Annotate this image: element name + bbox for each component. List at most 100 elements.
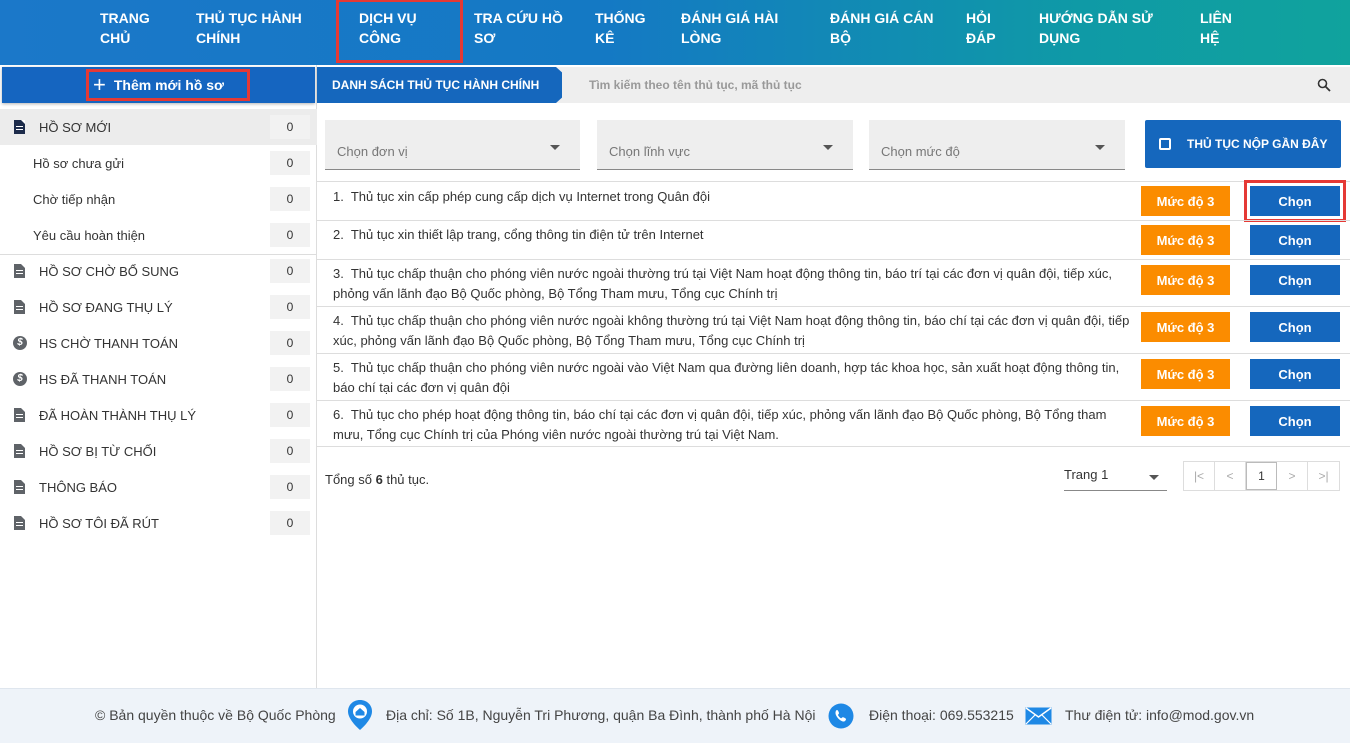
sidebar-item-thong-bao[interactable]: THÔNG BÁO 0 bbox=[0, 469, 317, 505]
procedure-row: 5. Thủ tục chấp thuận cho phóng viên nướ… bbox=[317, 353, 1350, 400]
level-badge[interactable]: Mức độ 3 bbox=[1141, 186, 1230, 216]
procedure-number: 4. bbox=[333, 313, 344, 328]
level-select-placeholder: Chọn mức độ bbox=[881, 144, 960, 159]
field-select[interactable]: Chọn lĩnh vực bbox=[597, 120, 853, 170]
procedure-row: 4. Thủ tục chấp thuận cho phóng viên nướ… bbox=[317, 306, 1350, 353]
nav-lien-he[interactable]: LIÊN HỆ bbox=[1200, 8, 1240, 48]
procedure-name: Thủ tục chấp thuận cho phóng viên nước n… bbox=[333, 313, 1130, 348]
total-number: 6 bbox=[375, 472, 383, 487]
procedure-name: Thủ tục chấp thuận cho phóng viên nước n… bbox=[333, 266, 1112, 301]
document-icon bbox=[13, 480, 26, 495]
procedure-number: 3. bbox=[333, 266, 344, 281]
level-badge[interactable]: Mức độ 3 bbox=[1141, 265, 1230, 295]
sidebar-item-ho-so-toi-da-rut[interactable]: HỒ SƠ TÔI ĐÃ RÚT 0 bbox=[0, 505, 317, 541]
sidebar-item-ho-so-cho-bo-sung[interactable]: HỒ SƠ CHỜ BỔ SUNG 0 bbox=[0, 253, 317, 289]
sidebar-item-label: HS ĐÃ THANH TOÁN bbox=[39, 371, 167, 387]
select-procedure-button[interactable]: Chọn bbox=[1244, 180, 1346, 222]
count-badge: 0 bbox=[270, 259, 310, 283]
nav-tra-cuu-ho-so[interactable]: TRA CỨU HỒ SƠ bbox=[474, 8, 570, 48]
footer-email: Thư điện tử: info@mod.gov.vn bbox=[1065, 707, 1255, 723]
prev-page-button[interactable]: < bbox=[1215, 462, 1246, 490]
sidebar-item-label: HỒ SƠ MỚI bbox=[39, 119, 112, 135]
procedure-text: 1. Thủ tục xin cấp phép cung cấp dịch vụ… bbox=[333, 187, 1139, 207]
breadcrumb-label: DANH SÁCH THỦ TỤC HÀNH CHÍNH bbox=[332, 78, 540, 92]
select-procedure-button[interactable]: Chọn bbox=[1250, 406, 1340, 436]
sidebar-item-label: ĐÃ HOÀN THÀNH THỤ LÝ bbox=[39, 407, 196, 423]
select-procedure-button[interactable]: Chọn bbox=[1250, 312, 1340, 342]
nav-trang-chu[interactable]: TRANG CHỦ bbox=[100, 8, 170, 48]
sidebar-item-label: HỒ SƠ TÔI ĐÃ RÚT bbox=[39, 515, 159, 531]
document-icon bbox=[13, 516, 26, 531]
sidebar-item-ho-so-dang-thu-ly[interactable]: HỒ SƠ ĐANG THỤ LÝ 0 bbox=[0, 289, 317, 325]
procedure-name: Thủ tục chấp thuận cho phóng viên nước n… bbox=[333, 360, 1120, 395]
procedure-text: 2. Thủ tục xin thiết lập trang, cổng thô… bbox=[333, 225, 1139, 245]
procedure-row: 6. Thủ tục cho phép hoạt động thông tin,… bbox=[317, 400, 1350, 447]
unit-select-placeholder: Chọn đơn vị bbox=[337, 144, 408, 159]
sidebar-item-label: Hồ sơ chưa gửi bbox=[33, 155, 124, 171]
sidebar-item-ho-so-bi-tu-choi[interactable]: HỒ SƠ BỊ TỪ CHỐI 0 bbox=[0, 433, 317, 469]
sidebar-item-label: HỒ SƠ CHỜ BỔ SUNG bbox=[39, 263, 180, 279]
document-icon bbox=[13, 300, 26, 315]
chevron-down-icon bbox=[550, 145, 560, 150]
page-select[interactable]: Trang 1 bbox=[1064, 463, 1167, 491]
level-badge[interactable]: Mức độ 3 bbox=[1141, 225, 1230, 255]
level-select[interactable]: Chọn mức độ bbox=[869, 120, 1125, 170]
total-prefix: Tổng số bbox=[325, 472, 372, 487]
select-procedure-button[interactable]: Chọn bbox=[1250, 359, 1340, 389]
procedure-text: 4. Thủ tục chấp thuận cho phóng viên nướ… bbox=[333, 311, 1139, 351]
footer: © Bản quyền thuộc về Bộ Quốc Phòng Địa c… bbox=[0, 688, 1350, 743]
sidebar-item-cho-tiep-nhan[interactable]: Chờ tiếp nhận 0 bbox=[0, 181, 317, 217]
procedure-row: 3. Thủ tục chấp thuận cho phóng viên nướ… bbox=[317, 259, 1350, 306]
current-page-button[interactable]: 1 bbox=[1246, 462, 1277, 490]
document-icon bbox=[13, 444, 26, 459]
count-badge: 0 bbox=[270, 331, 310, 355]
main-content: DANH SÁCH THỦ TỤC HÀNH CHÍNH Chọn đơn vị… bbox=[317, 65, 1350, 688]
level-badge[interactable]: Mức độ 3 bbox=[1141, 312, 1230, 342]
search-input[interactable] bbox=[589, 73, 1289, 97]
sidebar-item-label: Chờ tiếp nhận bbox=[33, 191, 116, 207]
sidebar-item-ho-so-moi[interactable]: HỒ SƠ MỚI 0 bbox=[0, 109, 317, 145]
sidebar-item-hs-da-thanh-toan[interactable]: $ HS ĐÃ THANH TOÁN 0 bbox=[0, 361, 317, 397]
search-icon[interactable] bbox=[1317, 78, 1331, 92]
pagination: |< < 1 > >| bbox=[1183, 461, 1340, 491]
level-badge[interactable]: Mức độ 3 bbox=[1141, 359, 1230, 389]
select-procedure-button[interactable]: Chọn bbox=[1250, 265, 1340, 295]
level-badge[interactable]: Mức độ 3 bbox=[1141, 406, 1230, 436]
nav-thong-ke[interactable]: THỐNG KÊ bbox=[595, 8, 655, 48]
sidebar-item-ho-so-chua-gui[interactable]: Hồ sơ chưa gửi 0 bbox=[0, 145, 317, 181]
dollar-icon: $ bbox=[13, 372, 27, 387]
first-page-button[interactable]: |< bbox=[1184, 462, 1215, 490]
nav-dich-vu-cong[interactable]: DỊCH VỤ CÔNG bbox=[336, 0, 463, 63]
nav-danh-gia-can-bo[interactable]: ĐÁNH GIÁ CÁN BỘ bbox=[830, 8, 940, 48]
unit-select[interactable]: Chọn đơn vị bbox=[325, 120, 580, 170]
procedure-text: 3. Thủ tục chấp thuận cho phóng viên nướ… bbox=[333, 264, 1139, 304]
breadcrumb: DANH SÁCH THỦ TỤC HÀNH CHÍNH bbox=[317, 67, 562, 103]
sidebar: + Thêm mới hồ sơ HỒ SƠ MỚI 0 Hồ sơ chưa … bbox=[0, 65, 317, 688]
procedure-row: 1. Thủ tục xin cấp phép cung cấp dịch vụ… bbox=[317, 180, 1350, 222]
nav-hoi-dap[interactable]: HỎI ĐÁP bbox=[966, 8, 1006, 48]
add-new-dossier-button[interactable]: + Thêm mới hồ sơ bbox=[2, 67, 315, 103]
chevron-down-icon bbox=[1149, 475, 1159, 480]
last-page-button[interactable]: >| bbox=[1308, 462, 1339, 490]
procedure-number: 1. bbox=[333, 189, 344, 204]
nav-huong-dan-su-dung[interactable]: HƯỚNG DẪN SỬ DỤNG bbox=[1039, 8, 1159, 48]
sidebar-item-yeu-cau-hoan-thien[interactable]: Yêu cầu hoàn thiện 0 bbox=[0, 217, 317, 253]
sidebar-item-label: Yêu cầu hoàn thiện bbox=[33, 227, 146, 243]
recent-procedures-button[interactable]: THỦ TỤC NỘP GẦN ĐÂY bbox=[1145, 120, 1341, 168]
next-page-button[interactable]: > bbox=[1277, 462, 1308, 490]
count-badge: 0 bbox=[270, 475, 310, 499]
phone-icon bbox=[828, 703, 854, 729]
sidebar-item-da-hoan-thanh-thu-ly[interactable]: ĐÃ HOÀN THÀNH THỤ LÝ 0 bbox=[0, 397, 317, 433]
total-suffix: thủ tục. bbox=[386, 472, 430, 487]
chevron-down-icon bbox=[823, 145, 833, 150]
dollar-icon: $ bbox=[13, 336, 27, 351]
breadcrumb-bar: DANH SÁCH THỦ TỤC HÀNH CHÍNH bbox=[317, 67, 1350, 103]
nav-thu-tuc-hanh-chinh[interactable]: THỦ TỤC HÀNH CHÍNH bbox=[196, 8, 316, 48]
sidebar-item-label: THÔNG BÁO bbox=[39, 479, 118, 495]
count-badge: 0 bbox=[270, 295, 310, 319]
document-icon bbox=[13, 120, 26, 135]
nav-danh-gia-hai-long[interactable]: ĐÁNH GIÁ HÀI LÒNG bbox=[681, 8, 801, 48]
select-procedure-button[interactable]: Chọn bbox=[1250, 225, 1340, 255]
sidebar-item-hs-cho-thanh-toan[interactable]: $ HS CHỜ THANH TOÁN 0 bbox=[0, 325, 317, 361]
count-badge: 0 bbox=[270, 115, 310, 139]
